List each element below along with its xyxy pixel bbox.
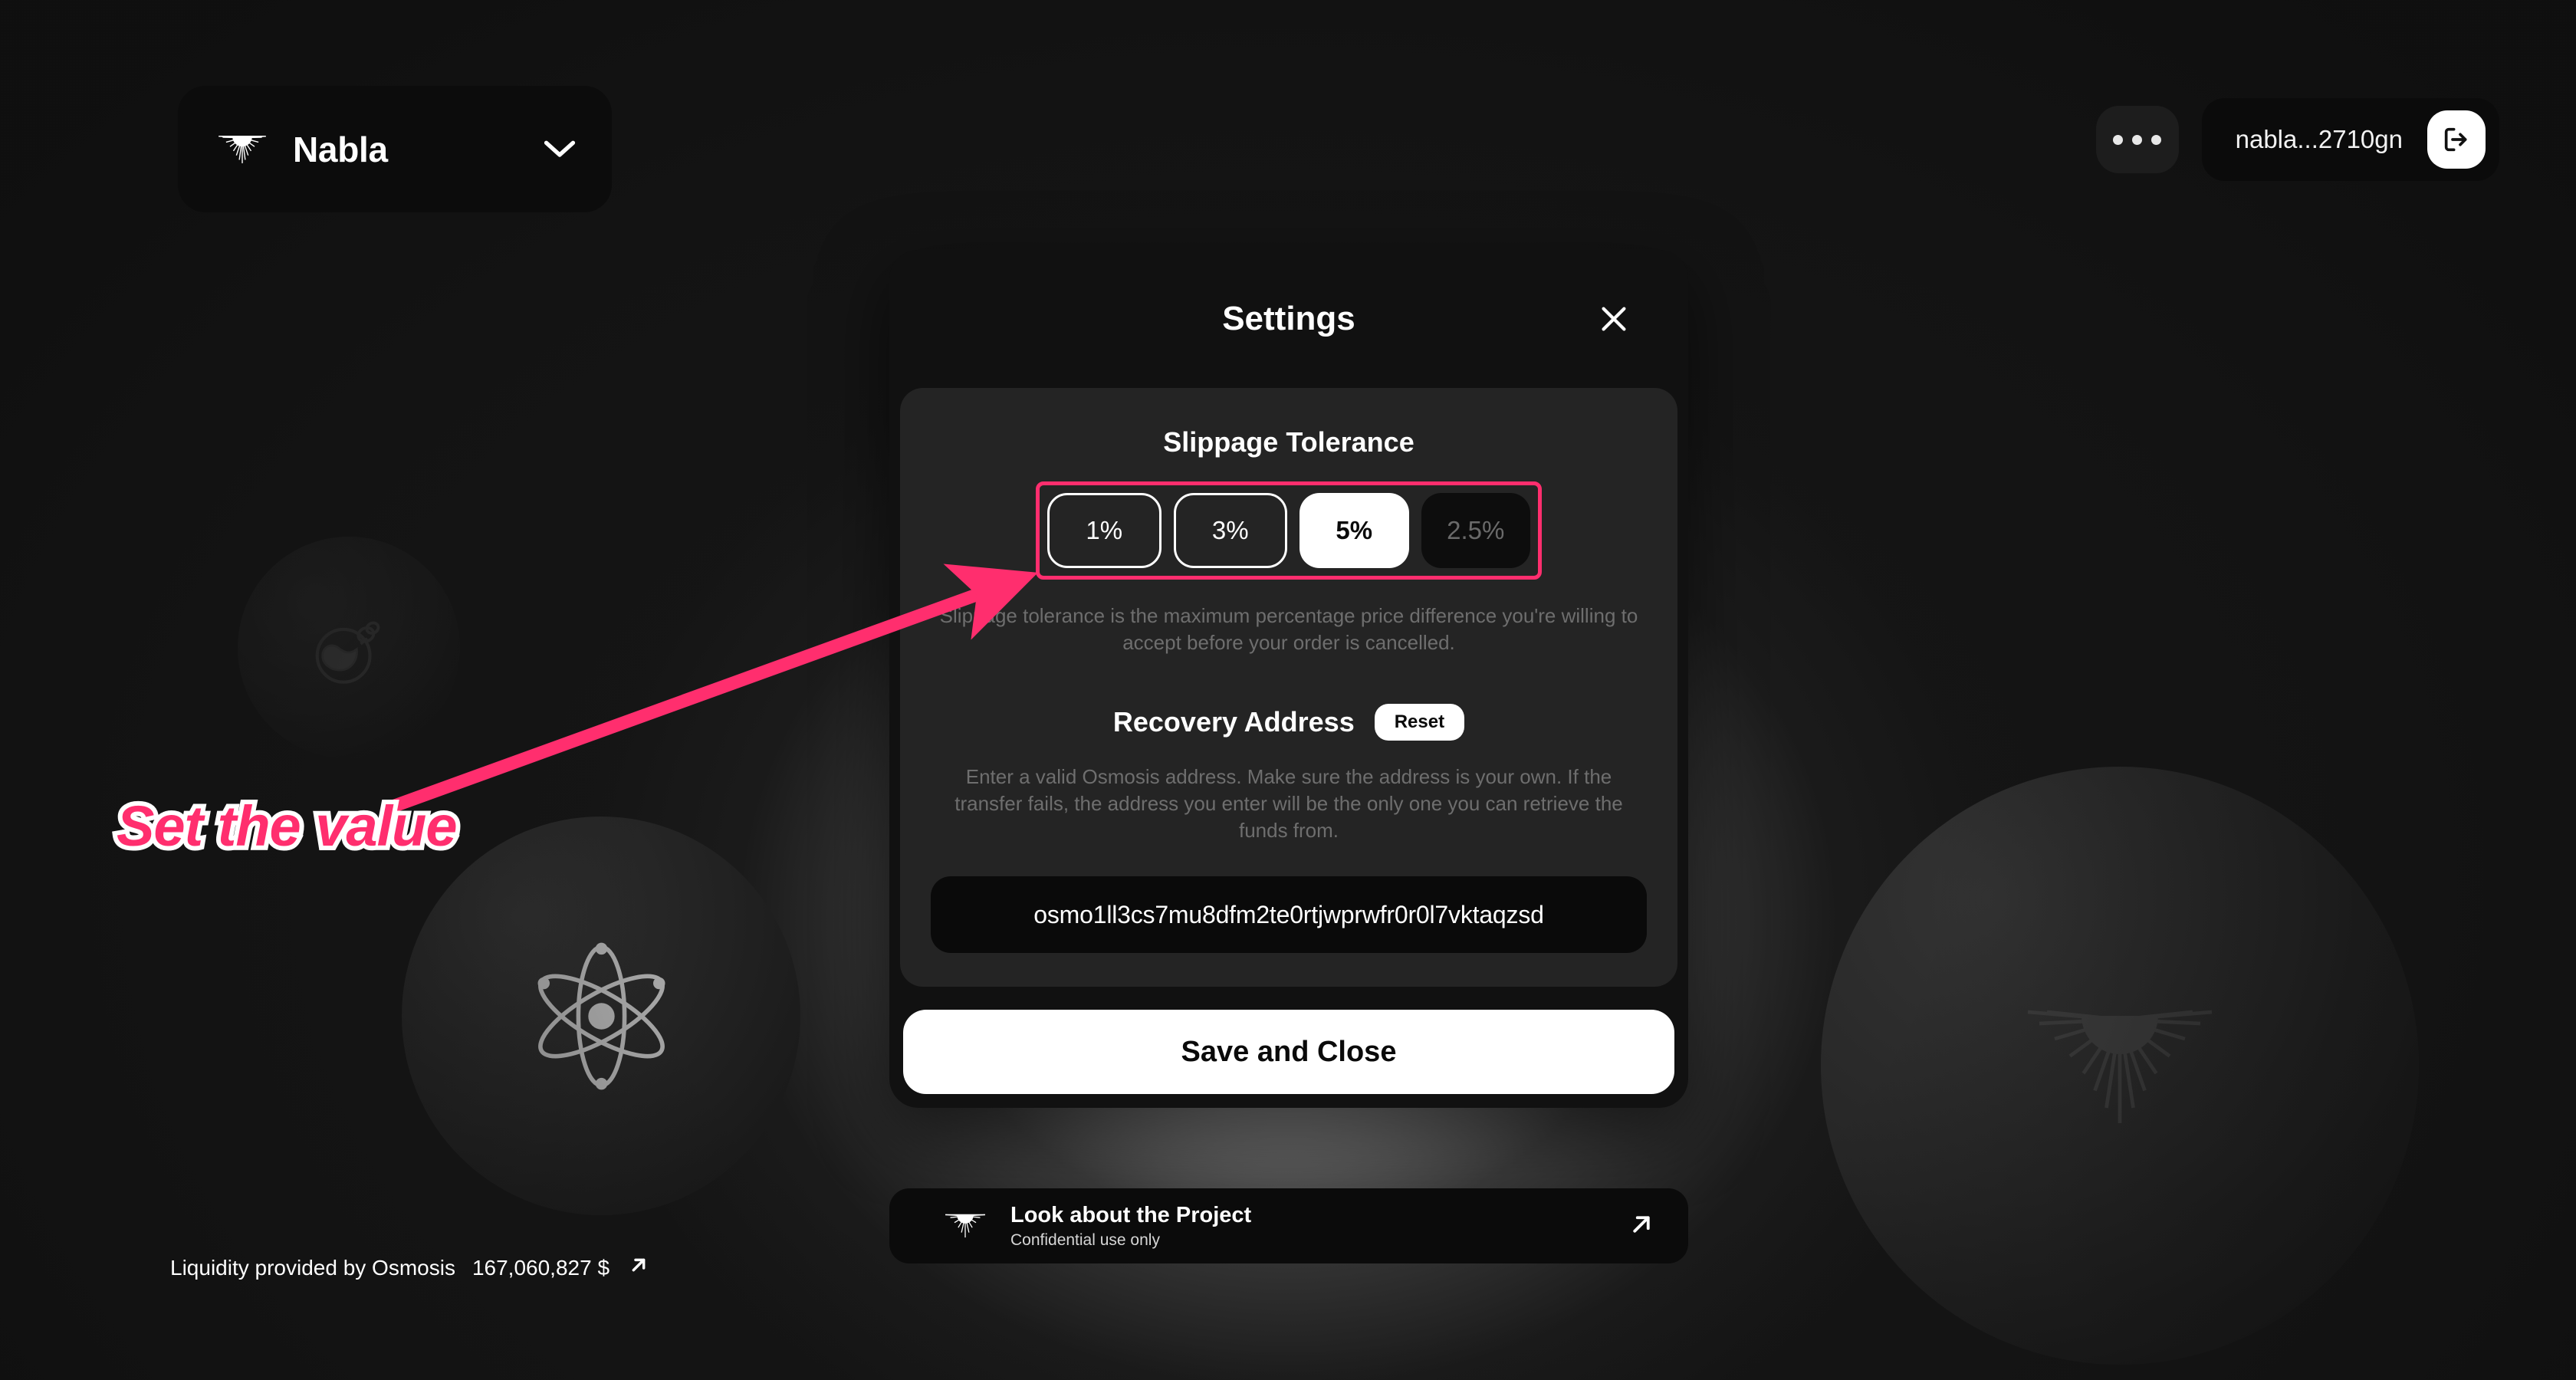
logout-button[interactable]: [2427, 110, 2486, 169]
bomb-token-circle: [238, 537, 460, 759]
slippage-highlight-box: 1% 3% 5% 2.5%: [1036, 481, 1542, 580]
slippage-helper-text: Slippage tolerance is the maximum percen…: [939, 604, 1638, 655]
ellipsis-icon: [2113, 134, 2124, 145]
wallet-pill[interactable]: nabla...2710gn: [2201, 98, 2499, 181]
modal-header: Settings: [889, 250, 1688, 388]
slippage-option-5[interactable]: 5%: [1300, 493, 1409, 568]
logout-icon: [2444, 127, 2467, 152]
settings-modal: Settings Slippage Tolerance 1% 3% 5% 2.5…: [889, 250, 1688, 1109]
slippage-options-row: 1% 3% 5% 2.5%: [1047, 493, 1530, 568]
more-options-button[interactable]: [2095, 106, 2179, 173]
wallet-address-label: nabla...2710gn: [2235, 125, 2403, 153]
reset-button[interactable]: Reset: [1374, 704, 1465, 741]
recovery-helper-text: Enter a valid Osmosis address. Make sure…: [955, 765, 1623, 843]
annotation-label: Set the value: [112, 790, 462, 863]
close-icon: [1602, 307, 1626, 331]
nabla-sunburst-icon: [2027, 1010, 2213, 1123]
arrow-up-right-icon: [626, 1253, 651, 1283]
slippage-option-1[interactable]: 1%: [1047, 493, 1162, 568]
recovery-section-title: Recovery Address: [1112, 706, 1355, 738]
chain-selector-button[interactable]: Nabla: [178, 86, 612, 212]
bomb-token-icon: [315, 621, 380, 684]
project-banner-subtitle: Confidential use only: [1010, 1230, 1160, 1249]
ellipsis-icon: [2151, 134, 2162, 145]
liquidity-value: 167,060,827 $: [472, 1255, 610, 1280]
slippage-custom-input[interactable]: 2.5%: [1421, 493, 1530, 568]
chain-selector-label: Nabla: [293, 129, 388, 169]
arrow-up-right-icon: [1625, 1208, 1658, 1244]
topbar-right: nabla...2710gn: [2095, 98, 2499, 181]
atom-token-circle: [402, 816, 800, 1215]
save-and-close-button[interactable]: Save and Close: [903, 1010, 1674, 1095]
project-banner[interactable]: Look about the Project Confidential use …: [889, 1188, 1688, 1263]
app-root: Nabla nabla...2710gn Settings Slippage T…: [0, 0, 2576, 1380]
liquidity-label: Liquidity provided by Osmosis: [170, 1255, 455, 1280]
project-banner-texts: Look about the Project Confidential use …: [1010, 1203, 1601, 1250]
nabla-sunburst-icon: [945, 1214, 985, 1238]
ellipsis-icon: [2132, 134, 2143, 145]
liquidity-footer[interactable]: Liquidity provided by Osmosis 167,060,82…: [170, 1253, 651, 1283]
project-banner-title: Look about the Project: [1010, 1202, 1252, 1227]
recovery-section-header: Recovery Address Reset: [931, 704, 1647, 741]
nabla-token-circle: [1821, 767, 2419, 1365]
chevron-down-icon: [543, 133, 577, 166]
close-button[interactable]: [1593, 298, 1635, 340]
atom-cosmos-icon: [537, 942, 665, 1089]
slippage-section-title: Slippage Tolerance: [1163, 426, 1414, 458]
recovery-address-input[interactable]: osmo1ll3cs7mu8dfm2te0rtjwprwfr0r0l7vktaq…: [931, 876, 1647, 954]
page-title: Settings: [1222, 300, 1355, 337]
nabla-sunburst-icon: [219, 135, 266, 163]
settings-panel: Slippage Tolerance 1% 3% 5% 2.5% Slippag…: [900, 388, 1677, 987]
slippage-option-3[interactable]: 3%: [1173, 493, 1287, 568]
